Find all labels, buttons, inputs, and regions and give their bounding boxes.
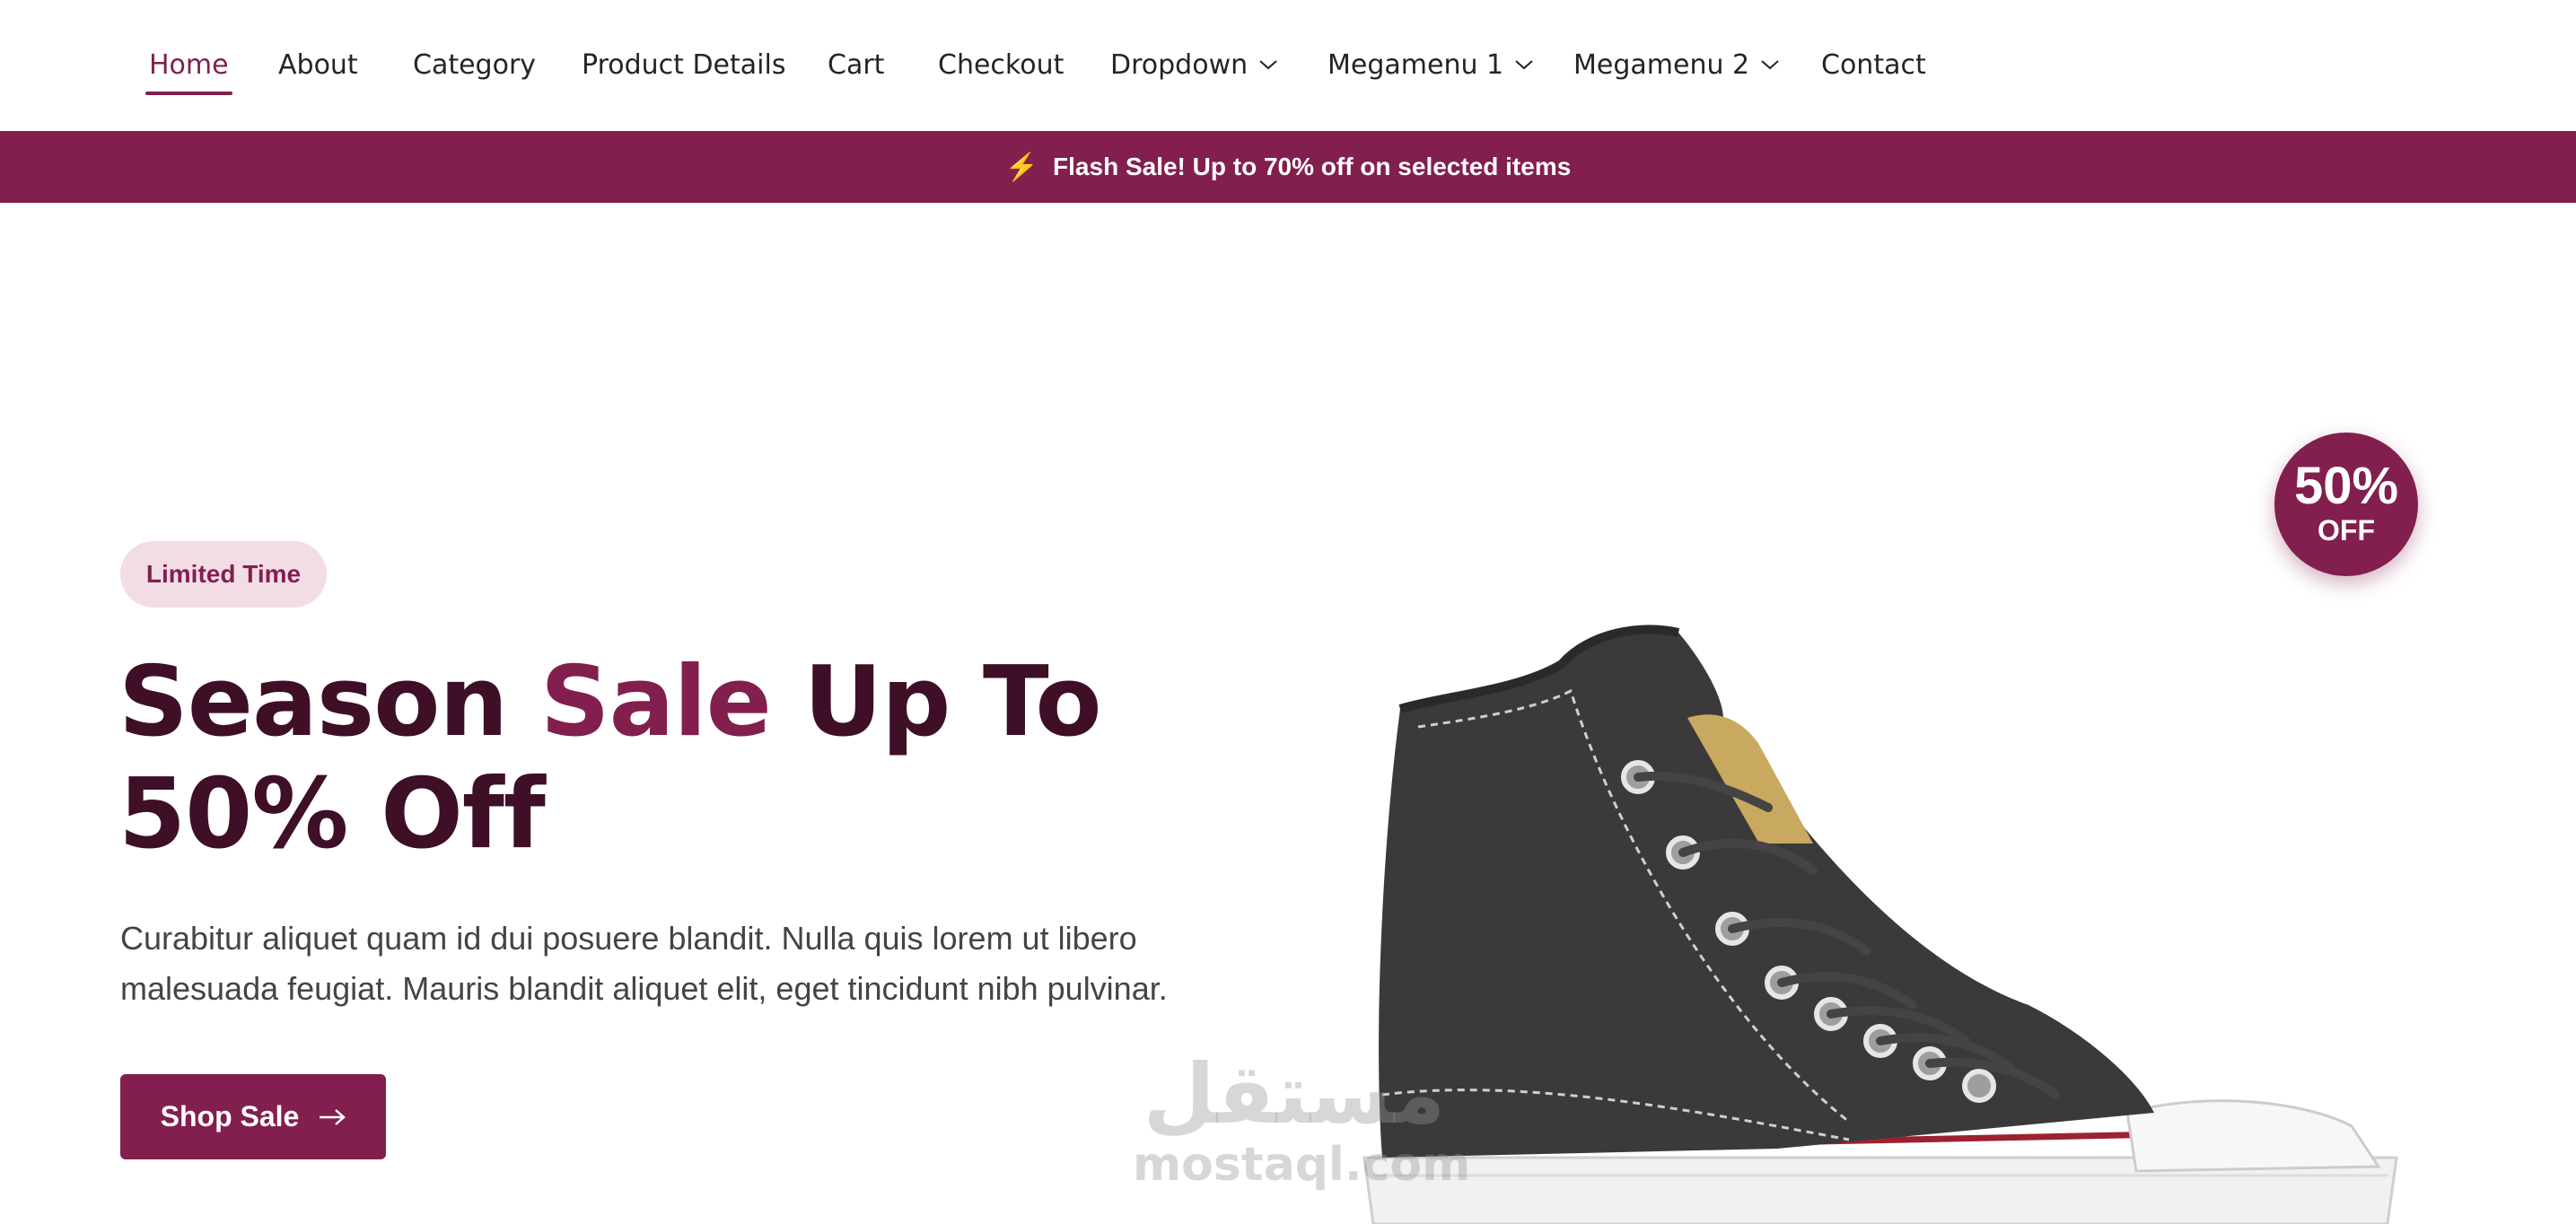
nav-link-checkout[interactable]: Checkout xyxy=(938,43,1064,86)
nav-link-megamenu-2[interactable]: Megamenu 2 xyxy=(1573,43,1780,86)
nav-link-product-details[interactable]: Product Details xyxy=(582,43,785,86)
lightning-bolt-icon: ⚡ xyxy=(1004,152,1039,182)
nav-link-megamenu-1[interactable]: Megamenu 1 xyxy=(1327,43,1534,86)
product-image-sneaker xyxy=(1362,625,2398,1224)
nav-link-dropdown[interactable]: Dropdown xyxy=(1110,43,1278,86)
shop-sale-button[interactable]: Shop Sale xyxy=(120,1074,386,1159)
nav-link-label: Checkout xyxy=(938,48,1065,81)
chevron-down-icon xyxy=(1515,60,1533,70)
nav-link-contact[interactable]: Contact xyxy=(1821,43,1926,86)
nav-link-label: Contact xyxy=(1821,48,1926,81)
discount-percent: 50% xyxy=(2293,457,2399,515)
hero-headline: Season Sale Up To 50% Off xyxy=(118,646,1285,870)
chevron-down-icon xyxy=(1761,60,1779,70)
nav-link-label: Home xyxy=(149,48,229,81)
watermark-latin: mostaql.com xyxy=(1133,1138,1471,1192)
limited-time-badge: Limited Time xyxy=(120,541,327,608)
headline-highlight: Sale xyxy=(539,646,772,758)
shop-sale-label: Shop Sale xyxy=(160,1100,300,1132)
nav-link-label: Category xyxy=(413,48,537,81)
nav-link-label: Megamenu 2 xyxy=(1573,48,1750,81)
nav-link-cart[interactable]: Cart xyxy=(828,43,884,86)
mostaql-watermark: مستقل mostaql.com xyxy=(1133,1046,1471,1192)
nav-link-label: Megamenu 1 xyxy=(1327,48,1504,81)
nav-link-category[interactable]: Category xyxy=(413,43,536,86)
flash-sale-text: Flash Sale! Up to 70% off on selected it… xyxy=(1053,153,1572,180)
watermark-arabic: مستقل xyxy=(1143,1046,1446,1142)
discount-label: OFF xyxy=(2318,514,2375,546)
main-navigation: Home About Category Product Details Cart… xyxy=(0,0,2576,131)
chevron-down-icon xyxy=(1259,60,1277,70)
discount-badge: 50% OFF xyxy=(2274,433,2418,576)
nav-link-label: Dropdown xyxy=(1110,48,1249,81)
nav-link-label: About xyxy=(278,48,358,81)
arrow-right-icon xyxy=(320,1108,346,1125)
nav-link-label: Cart xyxy=(828,48,885,81)
nav-link-home[interactable]: Home xyxy=(145,43,232,95)
nav-link-about[interactable]: About xyxy=(278,43,358,86)
flash-sale-banner: ⚡ Flash Sale! Up to 70% off on selected … xyxy=(0,131,2576,203)
hero-description: Curabitur aliquet quam id dui posuere bl… xyxy=(120,920,1168,1007)
nav-link-label: Product Details xyxy=(582,48,786,81)
headline-part: Season xyxy=(118,646,540,758)
